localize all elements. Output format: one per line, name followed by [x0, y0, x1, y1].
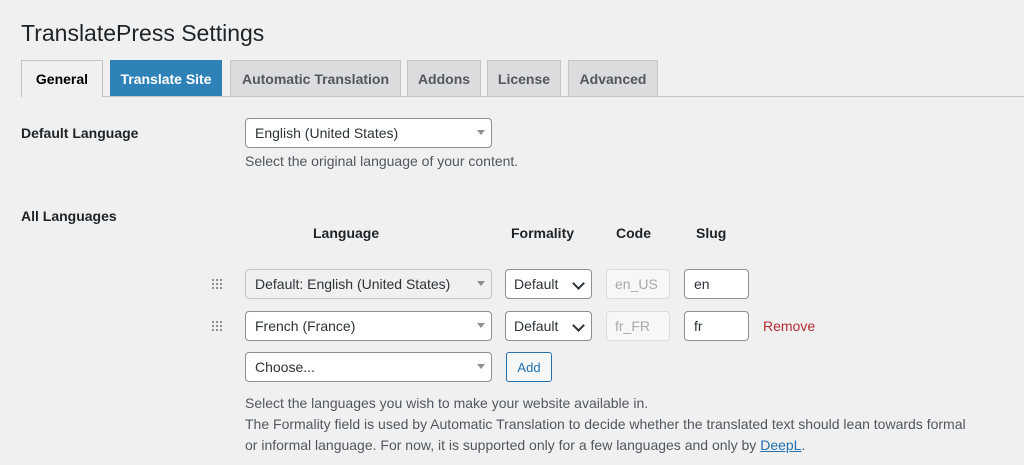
tab-translate-site[interactable]: Translate Site	[110, 60, 222, 96]
remove-language-link[interactable]: Remove	[763, 318, 815, 334]
chevron-down-icon	[572, 319, 585, 332]
formality-value: Default	[514, 276, 559, 292]
caret-down-icon	[477, 130, 485, 135]
add-language-button[interactable]: Add	[506, 352, 552, 382]
help-line-3: or informal language. For now, it is sup…	[245, 435, 1020, 456]
tab-license[interactable]: License	[487, 60, 561, 96]
column-header-language: Language	[313, 225, 380, 241]
drag-handle-icon[interactable]	[212, 321, 222, 331]
caret-down-icon	[477, 281, 485, 286]
default-language-value: English (United States)	[255, 125, 399, 141]
default-language-label: Default Language	[21, 125, 139, 141]
chevron-down-icon	[572, 277, 585, 290]
all-languages-label: All Languages	[21, 208, 117, 224]
help-line-2: The Formality field is used by Automatic…	[245, 416, 966, 432]
help-line-1: Select the languages you wish to make yo…	[245, 395, 649, 411]
language-select-default: Default: English (United States)	[245, 269, 492, 299]
drag-handle-icon[interactable]	[212, 279, 222, 289]
language-code-field-1: en_US	[606, 269, 670, 299]
language-select-french[interactable]: French (France)	[245, 311, 492, 341]
page-title: TranslatePress Settings	[21, 20, 265, 46]
column-header-slug: Slug	[696, 225, 727, 241]
tab-general[interactable]: General	[21, 60, 103, 97]
language-slug-input-1[interactable]: en	[684, 269, 749, 299]
column-header-code: Code	[616, 225, 651, 241]
all-languages-help: Select the languages you wish to make yo…	[245, 393, 1020, 456]
tabs-divider	[21, 96, 1024, 97]
column-header-formality: Formality	[511, 225, 575, 241]
formality-select-1[interactable]: Default	[505, 269, 592, 299]
language-slug-input-2[interactable]: fr	[684, 311, 749, 341]
caret-down-icon	[477, 364, 485, 369]
formality-select-2[interactable]: Default	[505, 311, 592, 341]
choose-language-placeholder: Choose...	[255, 359, 315, 375]
language-select-value: French (France)	[255, 318, 356, 334]
tab-automatic-translation[interactable]: Automatic Translation	[230, 60, 401, 96]
default-language-select[interactable]: English (United States)	[245, 118, 492, 148]
help-line-3-text: or informal language. For now, it is sup…	[245, 437, 761, 453]
formality-value: Default	[514, 318, 559, 334]
language-code-field-2: fr_FR	[606, 311, 670, 341]
default-language-help: Select the original language of your con…	[245, 153, 519, 169]
caret-down-icon	[477, 323, 485, 328]
tab-advanced[interactable]: Advanced	[568, 60, 658, 96]
deepl-link[interactable]: DeepL	[760, 437, 801, 453]
language-select-value: Default: English (United States)	[255, 276, 451, 292]
help-line-3-end: .	[801, 437, 806, 453]
tab-addons[interactable]: Addons	[407, 60, 481, 96]
choose-language-select[interactable]: Choose...	[245, 352, 492, 382]
